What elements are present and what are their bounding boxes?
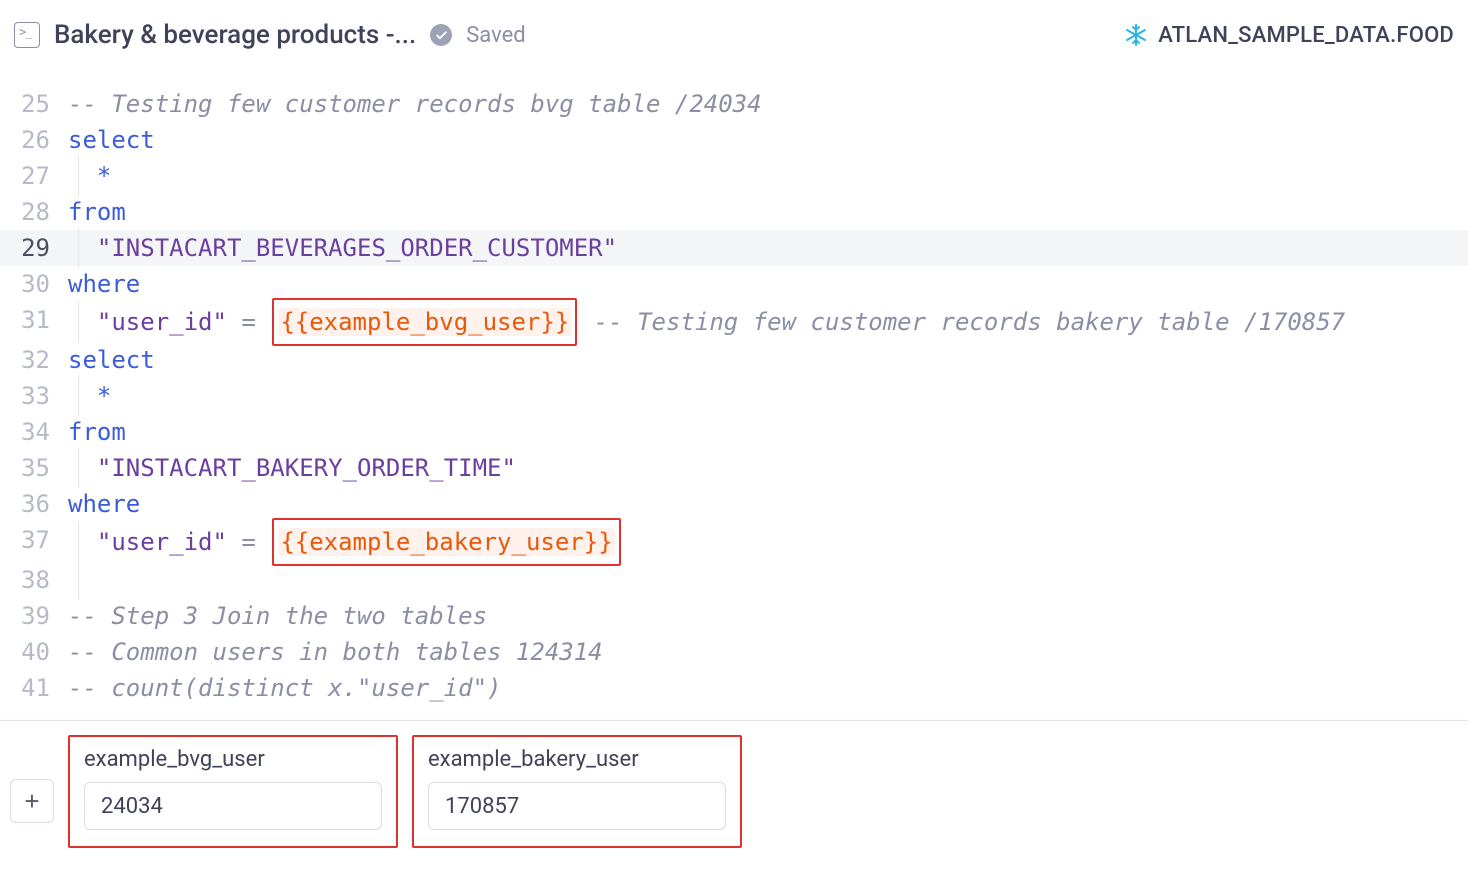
- variable-name-label: example_bvg_user: [84, 747, 382, 772]
- code-content[interactable]: from: [68, 414, 1468, 450]
- query-file-icon: [14, 22, 40, 48]
- line-number: 34: [0, 414, 68, 450]
- add-variable-button[interactable]: +: [10, 779, 54, 823]
- snowflake-icon: [1124, 23, 1148, 47]
- database-context[interactable]: ATLAN_SAMPLE_DATA.FOOD: [1158, 23, 1454, 48]
- editor-line[interactable]: 37 "user_id" = {{example_bakery_user}}: [0, 522, 1468, 562]
- editor-line[interactable]: 41-- count(distinct x."user_id"): [0, 670, 1468, 706]
- template-variable[interactable]: {{example_bvg_user}}: [272, 298, 577, 346]
- line-number: 38: [0, 562, 68, 598]
- line-number: 39: [0, 598, 68, 634]
- line-number: 40: [0, 634, 68, 670]
- line-number: 30: [0, 266, 68, 302]
- code-content[interactable]: -- Step 3 Join the two tables: [68, 598, 1468, 634]
- code-content[interactable]: -- Common users in both tables 124314: [68, 634, 1468, 670]
- editor-line[interactable]: 33 *: [0, 378, 1468, 414]
- header-bar: Bakery & beverage products -... Saved AT…: [0, 0, 1468, 68]
- editor-line[interactable]: 39-- Step 3 Join the two tables: [0, 598, 1468, 634]
- template-variable[interactable]: {{example_bakery_user}}: [272, 518, 620, 566]
- line-number: 26: [0, 122, 68, 158]
- line-number: 28: [0, 194, 68, 230]
- header-left: Bakery & beverage products -... Saved: [14, 20, 526, 50]
- editor-line[interactable]: 34from: [0, 414, 1468, 450]
- editor-line[interactable]: 28from: [0, 194, 1468, 230]
- editor-line[interactable]: 27 *: [0, 158, 1468, 194]
- line-number: 32: [0, 342, 68, 378]
- editor-line[interactable]: 26select: [0, 122, 1468, 158]
- variable-value-input[interactable]: [84, 782, 382, 830]
- editor-line[interactable]: 30where: [0, 266, 1468, 302]
- code-content[interactable]: -- Testing few customer records bvg tabl…: [68, 86, 1468, 122]
- line-number: 35: [0, 450, 68, 486]
- line-number: 41: [0, 670, 68, 706]
- variable-name-label: example_bakery_user: [428, 747, 726, 772]
- code-content[interactable]: from: [68, 194, 1468, 230]
- code-content[interactable]: select: [68, 122, 1468, 158]
- editor-line[interactable]: 38: [0, 562, 1468, 598]
- code-content[interactable]: "INSTACART_BEVERAGES_ORDER_CUSTOMER": [68, 230, 1468, 266]
- variable-card: example_bvg_user: [68, 735, 398, 848]
- query-title[interactable]: Bakery & beverage products -...: [54, 20, 416, 50]
- line-number: 29: [0, 230, 68, 266]
- code-content[interactable]: -- count(distinct x."user_id"): [68, 670, 1468, 706]
- editor-line[interactable]: 40-- Common users in both tables 124314: [0, 634, 1468, 670]
- code-content[interactable]: where: [68, 266, 1468, 302]
- line-number: 37: [0, 522, 68, 558]
- editor-line[interactable]: 32select: [0, 342, 1468, 378]
- line-number: 25: [0, 86, 68, 122]
- editor-line[interactable]: 25-- Testing few customer records bvg ta…: [0, 86, 1468, 122]
- code-content[interactable]: "INSTACART_BAKERY_ORDER_TIME": [68, 450, 1468, 486]
- editor-line[interactable]: 31 "user_id" = {{example_bvg_user}} -- T…: [0, 302, 1468, 342]
- code-content[interactable]: select: [68, 342, 1468, 378]
- sql-editor[interactable]: 25-- Testing few customer records bvg ta…: [0, 68, 1468, 706]
- header-right: ATLAN_SAMPLE_DATA.FOOD: [1124, 23, 1454, 48]
- code-content[interactable]: [68, 562, 1468, 598]
- code-content[interactable]: "user_id" = {{example_bvg_user}} -- Test…: [68, 302, 1468, 342]
- line-number: 33: [0, 378, 68, 414]
- line-number: 36: [0, 486, 68, 522]
- line-number: 31: [0, 302, 68, 338]
- editor-line[interactable]: 29 "INSTACART_BEVERAGES_ORDER_CUSTOMER": [0, 230, 1468, 266]
- code-content[interactable]: *: [68, 378, 1468, 414]
- editor-line[interactable]: 35 "INSTACART_BAKERY_ORDER_TIME": [0, 450, 1468, 486]
- line-number: 27: [0, 158, 68, 194]
- variable-card: example_bakery_user: [412, 735, 742, 848]
- saved-check-icon: [430, 24, 452, 46]
- editor-line[interactable]: 36where: [0, 486, 1468, 522]
- code-content[interactable]: *: [68, 158, 1468, 194]
- code-content[interactable]: "user_id" = {{example_bakery_user}}: [68, 522, 1468, 562]
- saved-status: Saved: [466, 23, 525, 48]
- code-content[interactable]: where: [68, 486, 1468, 522]
- variables-panel: + example_bvg_user example_bakery_user: [0, 721, 1468, 858]
- variable-value-input[interactable]: [428, 782, 726, 830]
